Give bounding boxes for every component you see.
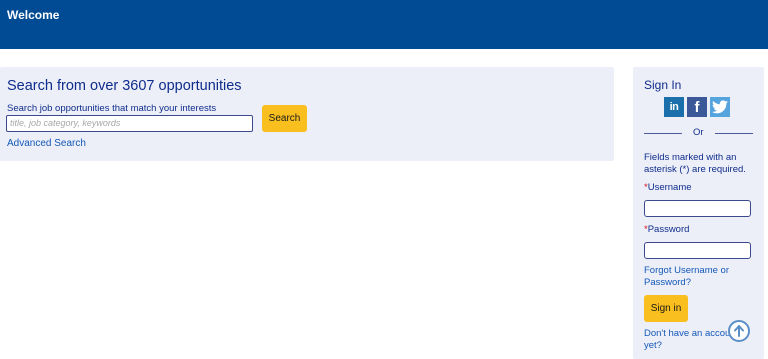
divider-line — [715, 133, 753, 134]
required-fields-note: Fields marked with an asterisk (*) are r… — [644, 152, 746, 175]
arrow-up-icon — [734, 325, 744, 337]
top-header: Welcome — [0, 0, 768, 49]
search-button[interactable]: Search — [262, 105, 307, 132]
password-label-text: Password — [647, 224, 690, 235]
scroll-to-top-button[interactable] — [728, 320, 750, 342]
password-label: *Password — [644, 224, 689, 235]
signin-button[interactable]: Sign in — [644, 295, 688, 322]
search-label: Search job opportunities that match your… — [7, 103, 217, 114]
username-label-text: Username — [647, 182, 692, 193]
twitter-icon[interactable] — [710, 97, 730, 117]
or-text: Or — [693, 127, 704, 138]
facebook-icon[interactable]: f — [687, 97, 707, 117]
search-placeholder: title, job category, keywords — [10, 118, 121, 128]
username-field[interactable] — [644, 200, 751, 217]
search-heading: Search from over 3607 opportunities — [7, 78, 242, 94]
divider-line — [644, 133, 682, 134]
search-panel: Search from over 3607 opportunities Sear… — [0, 67, 614, 161]
advanced-search-link[interactable]: Advanced Search — [7, 138, 86, 149]
search-input[interactable]: title, job category, keywords — [6, 115, 253, 132]
or-divider: Or — [644, 127, 753, 139]
signin-title: Sign In — [644, 78, 682, 92]
password-field[interactable] — [644, 242, 751, 259]
page-title: Welcome — [7, 8, 60, 22]
linkedin-icon[interactable]: in — [664, 97, 684, 117]
forgot-credentials-link[interactable]: Forgot Username or Password? — [644, 265, 756, 289]
signin-panel: Sign In in f Or Fields marked with an as… — [633, 67, 764, 359]
username-label: *Username — [644, 182, 692, 193]
twitter-bird-icon — [712, 100, 728, 114]
